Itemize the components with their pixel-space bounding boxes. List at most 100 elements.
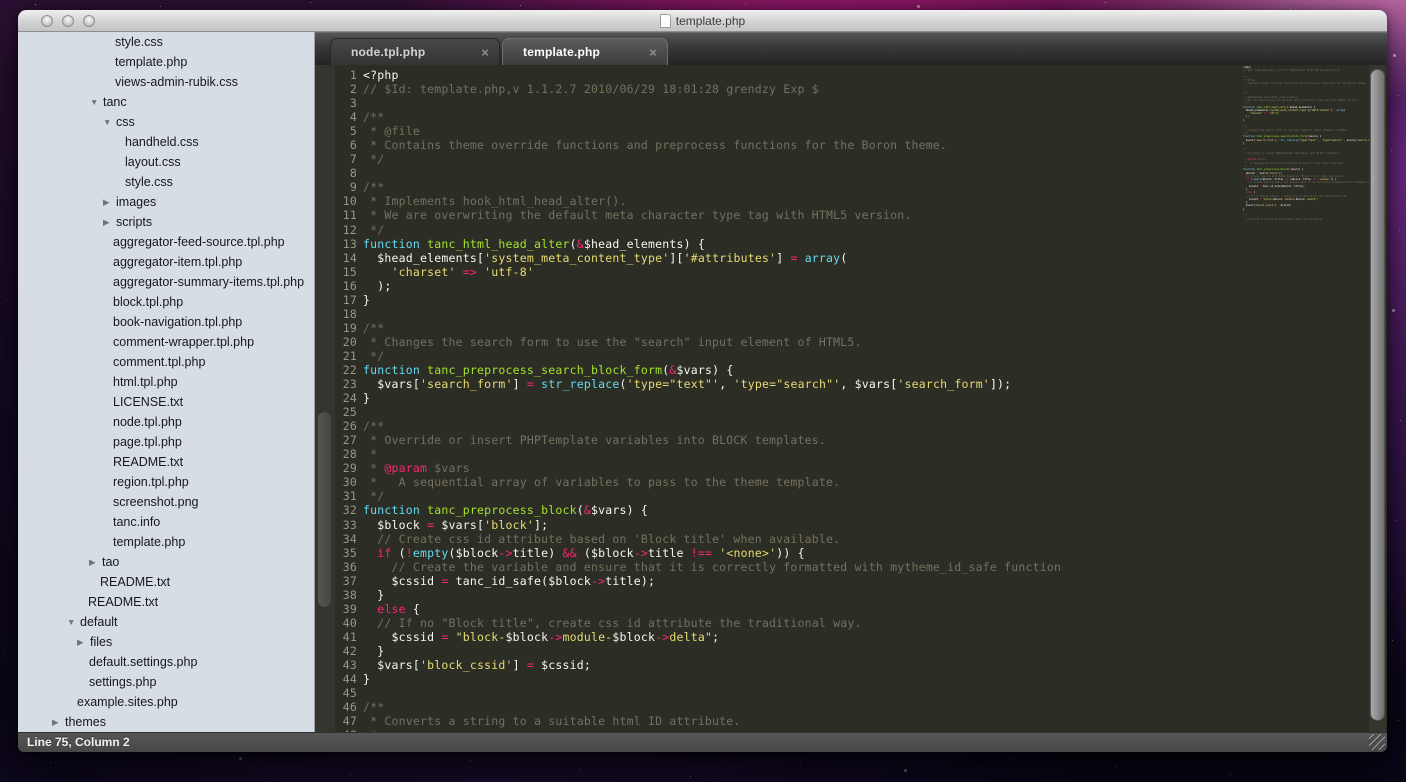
sidebar-item[interactable]: aggregator-feed-source.tpl.php xyxy=(18,232,314,252)
code-line[interactable]: 26/** xyxy=(335,419,1387,433)
minimap[interactable]: <?php// $Id: template.php,v 1.1.2.7 2010… xyxy=(1243,66,1371,231)
sidebar-item[interactable]: ▼default xyxy=(18,612,314,632)
sidebar-item[interactable]: style.css xyxy=(18,172,314,192)
code-line[interactable]: 13function tanc_html_head_alter(&$head_e… xyxy=(335,237,1387,251)
sidebar-item[interactable]: LICENSE.txt xyxy=(18,392,314,412)
sidebar-item[interactable]: settings.php xyxy=(18,672,314,692)
code-line[interactable]: 31 */ xyxy=(335,489,1387,503)
sidebar-item[interactable]: template.php xyxy=(18,532,314,552)
disclosure-closed-icon[interactable]: ▶ xyxy=(89,557,102,568)
tab-node-tpl-php[interactable]: node.tpl.php× xyxy=(330,38,500,65)
code-line[interactable]: 37 $cssid = tanc_id_safe($block->title); xyxy=(335,574,1387,588)
sidebar-item[interactable]: ▶files xyxy=(18,632,314,652)
code-line[interactable]: 11 * We are overwriting the default meta… xyxy=(335,208,1387,222)
sidebar-item[interactable]: node.tpl.php xyxy=(18,412,314,432)
code-line[interactable]: 45 xyxy=(335,686,1387,700)
close-tab-icon[interactable]: × xyxy=(481,46,489,59)
sidebar-item[interactable]: html.tpl.php xyxy=(18,372,314,392)
code-line[interactable]: 15 'charset' => 'utf-8' xyxy=(335,265,1387,279)
tab-template-php[interactable]: template.php× xyxy=(502,38,668,65)
sidebar-item[interactable]: ▶tao xyxy=(18,552,314,572)
sidebar-item[interactable]: region.tpl.php xyxy=(18,472,314,492)
code-line[interactable]: 47 * Converts a string to a suitable htm… xyxy=(335,714,1387,728)
code-line[interactable]: 23 $vars['search_form'] = str_replace('t… xyxy=(335,377,1387,391)
sidebar-scrollbar[interactable] xyxy=(315,65,335,732)
sidebar-item[interactable]: screenshot.png xyxy=(18,492,314,512)
code-line[interactable]: 44} xyxy=(335,672,1387,686)
code-line[interactable]: 35 if (!empty($block->title) && ($block-… xyxy=(335,546,1387,560)
sidebar-item[interactable]: page.tpl.php xyxy=(18,432,314,452)
code-line[interactable]: 6 * Contains theme override functions an… xyxy=(335,138,1387,152)
code-line[interactable]: 25 xyxy=(335,405,1387,419)
sidebar-item[interactable]: default.settings.php xyxy=(18,652,314,672)
code-line[interactable]: 3 xyxy=(335,96,1387,110)
code-line[interactable]: 20 * Changes the search form to use the … xyxy=(335,335,1387,349)
sidebar-item[interactable]: template.php xyxy=(18,52,314,72)
editor-scrollbar[interactable] xyxy=(1369,65,1386,732)
disclosure-closed-icon[interactable]: ▶ xyxy=(103,217,116,228)
sidebar-item[interactable]: README.txt xyxy=(18,452,314,472)
code-line[interactable]: 28 * xyxy=(335,447,1387,461)
code-line[interactable]: 16 ); xyxy=(335,279,1387,293)
sidebar-item[interactable]: block.tpl.php xyxy=(18,292,314,312)
sidebar-item[interactable]: handheld.css xyxy=(18,132,314,152)
disclosure-closed-icon[interactable]: ▶ xyxy=(77,637,90,648)
disclosure-closed-icon[interactable]: ▶ xyxy=(52,717,65,728)
code-line[interactable]: 46/** xyxy=(335,700,1387,714)
code-line[interactable]: 27 * Override or insert PHPTemplate vari… xyxy=(335,433,1387,447)
code-line[interactable]: 12 */ xyxy=(335,223,1387,237)
sidebar-item[interactable]: README.txt xyxy=(18,592,314,612)
code-line[interactable]: 2// $Id: template.php,v 1.1.2.7 2010/06/… xyxy=(335,82,1387,96)
window-titlebar[interactable]: template.php xyxy=(18,10,1387,32)
disclosure-open-icon[interactable]: ▼ xyxy=(67,617,80,627)
code-line[interactable]: 17} xyxy=(335,293,1387,307)
code-line[interactable]: 40 // If no "Block title", create css id… xyxy=(335,616,1387,630)
code-line[interactable]: 39 else { xyxy=(335,602,1387,616)
resize-grip-icon[interactable] xyxy=(1369,734,1385,750)
code-line[interactable]: 19/** xyxy=(335,321,1387,335)
code-line[interactable]: 22function tanc_preprocess_search_block_… xyxy=(335,363,1387,377)
code-line[interactable]: 21 */ xyxy=(335,349,1387,363)
code-line[interactable]: 42 } xyxy=(335,644,1387,658)
code-editor[interactable]: 1<?php2// $Id: template.php,v 1.1.2.7 20… xyxy=(335,65,1387,732)
sidebar-item[interactable]: example.sites.php xyxy=(18,692,314,712)
sidebar-item[interactable]: ▼css xyxy=(18,112,314,132)
sidebar-item[interactable]: README.txt xyxy=(18,572,314,592)
sidebar-item[interactable]: ▶scripts xyxy=(18,212,314,232)
code-line[interactable]: 5 * @file xyxy=(335,124,1387,138)
code-line[interactable]: 43 $vars['block_cssid'] = $cssid; xyxy=(335,658,1387,672)
sidebar-item[interactable]: views-admin-rubik.css xyxy=(18,72,314,92)
code-line[interactable]: 8 xyxy=(335,166,1387,180)
code-line[interactable]: 38 } xyxy=(335,588,1387,602)
close-tab-icon[interactable]: × xyxy=(649,46,657,59)
editor-scrollbar-thumb[interactable] xyxy=(1370,69,1385,721)
code-line[interactable]: 14 $head_elements['system_meta_content_t… xyxy=(335,251,1387,265)
code-line[interactable]: 36 // Create the variable and ensure tha… xyxy=(335,560,1387,574)
sidebar-item[interactable]: layout.css xyxy=(18,152,314,172)
sidebar-item[interactable]: comment-wrapper.tpl.php xyxy=(18,332,314,352)
sidebar-item[interactable]: tanc.info xyxy=(18,512,314,532)
sidebar-item[interactable]: aggregator-item.tpl.php xyxy=(18,252,314,272)
code-line[interactable]: 18 xyxy=(335,307,1387,321)
code-line[interactable]: 33 $block = $vars['block']; xyxy=(335,518,1387,532)
disclosure-closed-icon[interactable]: ▶ xyxy=(103,197,116,208)
code-line[interactable]: 30 * A sequential array of variables to … xyxy=(335,475,1387,489)
sidebar-item[interactable]: ▶themes xyxy=(18,712,314,732)
code-line[interactable]: 24} xyxy=(335,391,1387,405)
sidebar-item[interactable]: ▶images xyxy=(18,192,314,212)
disclosure-open-icon[interactable]: ▼ xyxy=(103,117,116,127)
code-line[interactable]: 4/** xyxy=(335,110,1387,124)
code-line[interactable]: 1<?php xyxy=(335,68,1387,82)
disclosure-open-icon[interactable]: ▼ xyxy=(90,97,103,107)
code-line[interactable]: 32function tanc_preprocess_block(&$vars)… xyxy=(335,503,1387,517)
code-line[interactable]: 9/** xyxy=(335,180,1387,194)
sidebar-item[interactable]: style.css xyxy=(18,32,314,52)
code-line[interactable]: 7 */ xyxy=(335,152,1387,166)
sidebar-scrollbar-thumb[interactable] xyxy=(318,412,331,607)
sidebar-item[interactable]: aggregator-summary-items.tpl.php xyxy=(18,272,314,292)
sidebar-item[interactable]: comment.tpl.php xyxy=(18,352,314,372)
code-line[interactable]: 10 * Implements hook_html_head_alter(). xyxy=(335,194,1387,208)
code-line[interactable]: 34 // Create css id attribute based on '… xyxy=(335,532,1387,546)
sidebar-item[interactable]: book-navigation.tpl.php xyxy=(18,312,314,332)
code-line[interactable]: 29 * @param $vars xyxy=(335,461,1387,475)
